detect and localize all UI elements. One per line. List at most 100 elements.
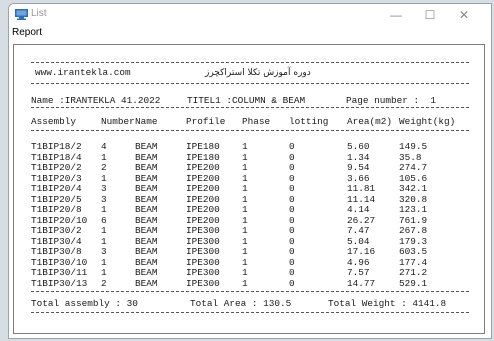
table-row: T1BIP20/4 3 BEAM IPE200 1 0 11.81 342.1 bbox=[9, 183, 489, 194]
cell-name: BEAM bbox=[135, 172, 158, 184]
cell-name: BEAM bbox=[135, 225, 158, 236]
cell-assembly: T1BIP30/10 bbox=[31, 256, 88, 268]
report-name: Name :IRANTEKLA 41.2022 bbox=[31, 95, 161, 106]
cell-weight: 342.1 bbox=[399, 183, 428, 194]
cell-name: BEAM bbox=[135, 141, 158, 152]
col-header-number: Number bbox=[101, 116, 135, 127]
cell-profile: IPE200 bbox=[186, 193, 220, 205]
cell-profile: IPE300 bbox=[186, 225, 220, 236]
cell-area: 3.66 bbox=[347, 172, 370, 184]
cell-area: 17.16 bbox=[347, 246, 376, 257]
total-assembly: Total assembly : 30 bbox=[31, 298, 138, 309]
cell-profile: IPE300 bbox=[186, 246, 220, 257]
title-bar[interactable]: List — ☐ ✕ bbox=[9, 4, 491, 26]
report-title: TITEL1 :COLUMN & BEAM bbox=[187, 95, 306, 106]
table-row: T1BIP20/8 1 BEAM IPE200 1 0 4.14 123.1 bbox=[9, 204, 489, 215]
cell-profile: IPE200 bbox=[186, 162, 220, 173]
col-header-weight: Weight(kg) bbox=[399, 116, 456, 127]
list-window: List — ☐ ✕ Report www.irantekla.com دوره… bbox=[8, 3, 492, 339]
cell-name: BEAM bbox=[135, 162, 158, 173]
table-row: T1BIP20/5 3 BEAM IPE200 1 0 11.14 320.8 bbox=[9, 193, 489, 205]
cell-phase: 1 bbox=[242, 193, 248, 205]
cell-weight: 529.1 bbox=[399, 277, 428, 289]
cell-number: 6 bbox=[101, 214, 107, 226]
table-row: T1BIP30/11 1 BEAM IPE300 1 0 7.57 271.2 bbox=[9, 267, 489, 278]
cell-assembly: T1BIP20/5 bbox=[31, 193, 82, 205]
report-view[interactable]: www.irantekla.com دوره آموزش تکلا استراک… bbox=[9, 42, 491, 338]
cell-profile: IPE300 bbox=[186, 277, 220, 289]
cell-assembly: T1BIP20/2 bbox=[31, 162, 82, 173]
cell-lotting: 0 bbox=[289, 172, 295, 184]
cell-lotting: 0 bbox=[289, 267, 295, 278]
cell-name: BEAM bbox=[135, 193, 158, 205]
cell-phase: 1 bbox=[242, 141, 248, 152]
cell-assembly: T1BIP20/10 bbox=[31, 214, 88, 226]
cell-assembly: T1BIP30/8 bbox=[31, 246, 82, 257]
table-row: T1BIP30/2 1 BEAM IPE300 1 0 7.47 267.8 bbox=[9, 225, 489, 236]
cell-phase: 1 bbox=[242, 256, 248, 268]
close-button[interactable]: ✕ bbox=[447, 4, 481, 26]
total-weight: Total Weight : 4141.8 bbox=[328, 298, 447, 309]
table-row: T1BIP30/13 2 BEAM IPE300 1 0 14.77 529.1 bbox=[9, 277, 489, 289]
cell-area: 1.34 bbox=[347, 151, 370, 163]
cell-lotting: 0 bbox=[289, 193, 295, 205]
col-header-assembly: Assembly bbox=[31, 116, 77, 127]
cell-name: BEAM bbox=[135, 267, 158, 278]
cell-number: 1 bbox=[101, 204, 107, 215]
table-row: T1BIP20/10 6 BEAM IPE200 1 0 26.27 761.9 bbox=[9, 214, 489, 226]
maximize-button[interactable]: ☐ bbox=[413, 4, 447, 26]
divider bbox=[31, 107, 469, 108]
cell-profile: IPE300 bbox=[186, 267, 220, 278]
cell-lotting: 0 bbox=[289, 151, 295, 163]
cell-area: 26.27 bbox=[347, 214, 376, 226]
cell-lotting: 0 bbox=[289, 246, 295, 257]
cell-weight: 603.5 bbox=[399, 246, 428, 257]
cell-name: BEAM bbox=[135, 277, 158, 289]
cell-lotting: 0 bbox=[289, 225, 295, 236]
cell-assembly: T1BIP30/4 bbox=[31, 235, 82, 247]
cell-area: 11.81 bbox=[347, 183, 376, 194]
cell-number: 1 bbox=[101, 225, 107, 236]
col-header-name: Name bbox=[135, 116, 158, 127]
site-url: www.irantekla.com bbox=[35, 67, 131, 78]
table-row: T1BIP18/2 4 BEAM IPE180 1 0 5.60 149.5 bbox=[9, 141, 489, 152]
divider bbox=[31, 62, 469, 63]
cell-lotting: 0 bbox=[289, 204, 295, 215]
table-row: T1BIP18/4 1 BEAM IPE180 1 0 1.34 35.8 bbox=[9, 151, 489, 163]
cell-name: BEAM bbox=[135, 183, 158, 194]
cell-number: 2 bbox=[101, 162, 107, 173]
cell-number: 1 bbox=[101, 235, 107, 247]
cell-phase: 1 bbox=[242, 172, 248, 184]
cell-weight: 35.8 bbox=[399, 151, 422, 163]
cell-name: BEAM bbox=[135, 235, 158, 247]
cell-phase: 1 bbox=[242, 246, 248, 257]
col-header-area: Area(m2) bbox=[347, 116, 393, 127]
cell-number: 1 bbox=[101, 267, 107, 278]
cell-name: BEAM bbox=[135, 151, 158, 163]
cell-weight: 105.6 bbox=[399, 172, 428, 184]
cell-profile: IPE180 bbox=[186, 151, 220, 163]
cell-lotting: 0 bbox=[289, 235, 295, 247]
cell-profile: IPE300 bbox=[186, 235, 220, 247]
course-title: دوره آموزش تکلا استراکچرز bbox=[205, 68, 311, 78]
cell-assembly: T1BIP20/8 bbox=[31, 204, 82, 215]
cell-area: 9.54 bbox=[347, 162, 370, 173]
cell-name: BEAM bbox=[135, 256, 158, 268]
minimize-button[interactable]: — bbox=[379, 4, 413, 26]
cell-lotting: 0 bbox=[289, 141, 295, 152]
cell-weight: 274.7 bbox=[399, 162, 428, 173]
cell-phase: 1 bbox=[242, 151, 248, 163]
cell-profile: IPE200 bbox=[186, 214, 220, 226]
col-header-lotting: lotting bbox=[289, 116, 329, 127]
cell-area: 11.14 bbox=[347, 193, 376, 205]
menu-report[interactable]: Report bbox=[12, 27, 42, 38]
cell-assembly: T1BIP30/13 bbox=[31, 277, 88, 289]
total-area: Total Area : 130.5 bbox=[190, 298, 292, 309]
cell-weight: 123.1 bbox=[399, 204, 428, 215]
cell-profile: IPE300 bbox=[186, 256, 220, 268]
menu-bar: Report bbox=[9, 26, 491, 42]
cell-number: 1 bbox=[101, 256, 107, 268]
table-row: T1BIP30/4 1 BEAM IPE300 1 0 5.04 179.3 bbox=[9, 235, 489, 247]
cell-assembly: T1BIP18/2 bbox=[31, 141, 82, 152]
cell-profile: IPE200 bbox=[186, 172, 220, 184]
